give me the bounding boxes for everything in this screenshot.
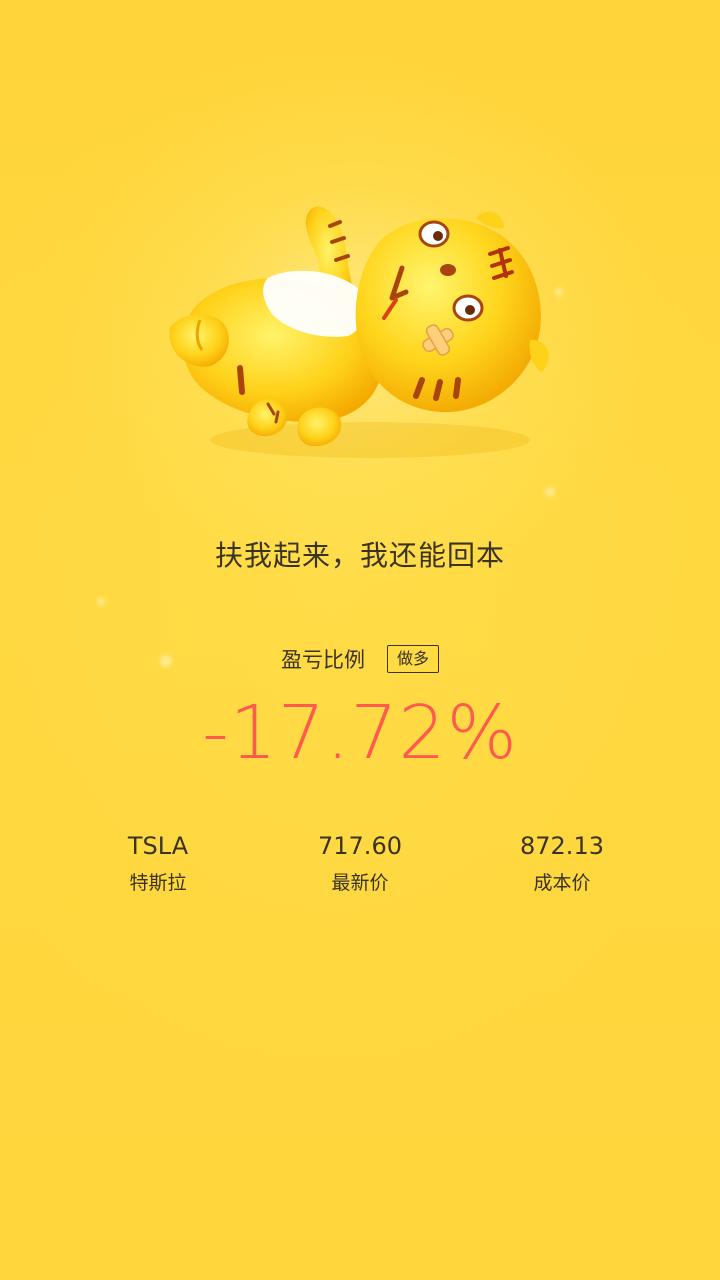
profit-loss-ratio-header: 盈亏比例 做多 xyxy=(0,644,720,674)
latest-price-stat: 717.60 最新价 xyxy=(260,828,460,896)
stock-symbol: TSLA xyxy=(127,832,189,860)
profit-loss-percent: -17.72% xyxy=(202,690,518,776)
cost-price-value: 872.13 xyxy=(520,832,604,860)
sparkle xyxy=(97,598,105,606)
ratio-label: 盈亏比例 xyxy=(280,648,365,672)
stock-stats: TSLA 特斯拉 717.60 最新价 872.13 成本价 xyxy=(58,828,662,896)
stock-symbol-stat: TSLA 特斯拉 xyxy=(58,828,258,896)
tiger-mascot-icon xyxy=(169,206,549,458)
stock-name: 特斯拉 xyxy=(129,872,187,894)
share-card: 扶我起来，我还能回本 盈亏比例 做多 -17.72% TSLA 特斯拉 717.… xyxy=(0,0,720,1280)
position-direction-badge: 做多 xyxy=(386,645,439,673)
latest-price-label: 最新价 xyxy=(331,872,389,894)
slogan-text: 扶我起来，我还能回本 xyxy=(214,539,505,572)
sparkle xyxy=(545,487,555,497)
cost-price-stat: 872.13 成本价 xyxy=(462,828,662,896)
latest-price-value: 717.60 xyxy=(318,832,402,860)
cost-price-label: 成本价 xyxy=(533,872,591,894)
